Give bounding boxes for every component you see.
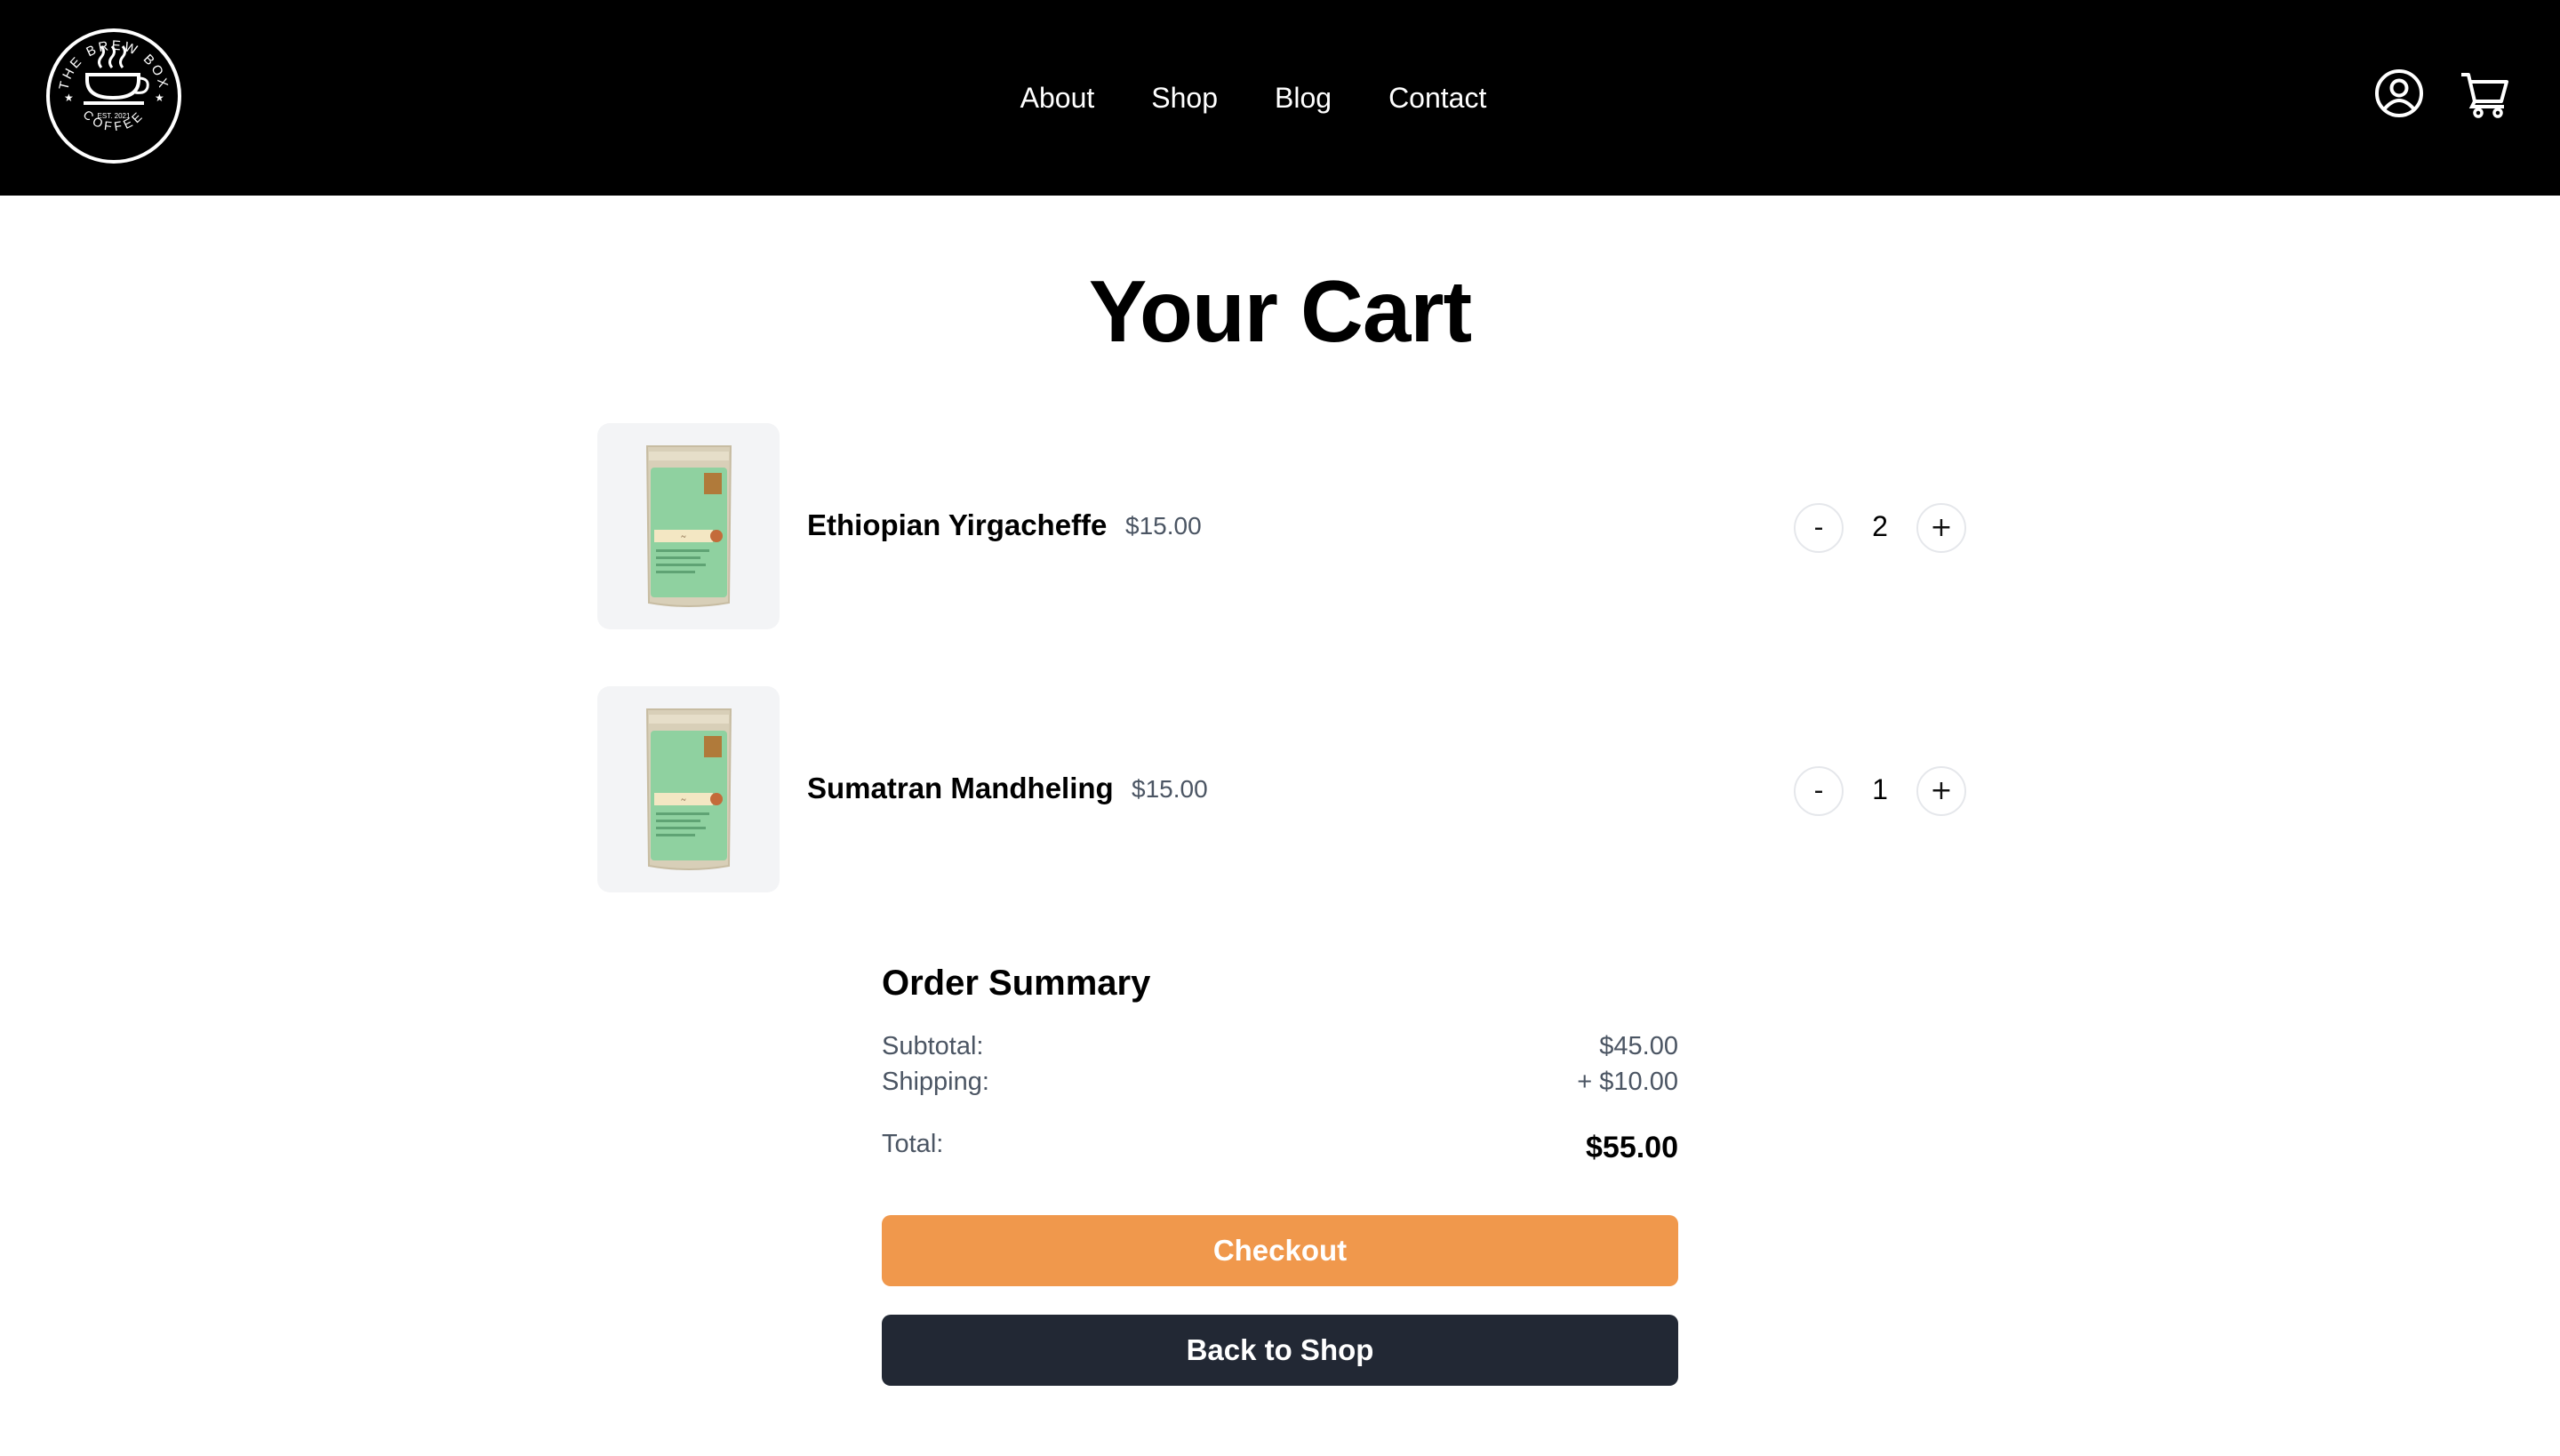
order-summary: Order Summary Subtotal: $45.00 Shipping:… <box>882 964 1678 1386</box>
increase-quantity-button[interactable]: + <box>1916 766 1966 816</box>
quantity-value: 1 <box>1872 773 1888 805</box>
total-row: Total: $55.00 <box>882 1126 1678 1169</box>
nav-blog[interactable]: Blog <box>1275 82 1332 115</box>
decrease-quantity-button[interactable]: - <box>1794 503 1844 553</box>
quantity-stepper: - 1 + <box>1794 766 1966 816</box>
product-price: $15.00 <box>1132 775 1208 803</box>
quantity-stepper: - 2 + <box>1794 503 1966 553</box>
subtotal-row: Subtotal: $45.00 <box>882 1028 1678 1064</box>
decrease-quantity-button[interactable]: - <box>1794 766 1844 816</box>
nav-shop[interactable]: Shop <box>1151 82 1218 115</box>
product-thumbnail[interactable]: ~ <box>597 423 780 629</box>
shipping-row: Shipping: + $10.00 <box>882 1064 1678 1100</box>
product-name[interactable]: Ethiopian Yirgacheffe <box>807 508 1107 542</box>
cart-item: ~ Ethiopian Yirgacheffe $15.00 - 2 + <box>597 423 1966 629</box>
coffee-bag-image: ~ <box>645 445 732 607</box>
product-thumbnail[interactable]: ~ <box>597 686 780 892</box>
cart-item: ~ Sumatran Mandheling $15.00 - 1 + <box>597 686 1966 892</box>
order-summary-title: Order Summary <box>882 964 1151 1003</box>
cart-icon[interactable] <box>2459 68 2510 119</box>
site-header: THE BREW BOX COFFEE EST. 2021 ★ ★ About … <box>0 0 2560 196</box>
shipping-value: + $10.00 <box>1577 1068 1678 1096</box>
checkout-button[interactable]: Checkout <box>882 1215 1678 1286</box>
account-icon[interactable] <box>2373 68 2425 119</box>
shipping-label: Shipping: <box>882 1068 989 1096</box>
quantity-value: 2 <box>1872 510 1888 542</box>
main-nav: About Shop Blog Contact <box>0 0 2560 196</box>
nav-contact[interactable]: Contact <box>1388 82 1486 115</box>
svg-text:~: ~ <box>681 532 686 542</box>
increase-quantity-button[interactable]: + <box>1916 503 1966 553</box>
subtotal-value: $45.00 <box>1599 1032 1678 1060</box>
coffee-bag-image: ~ <box>645 708 732 870</box>
product-price: $15.00 <box>1125 512 1202 540</box>
back-to-shop-button[interactable]: Back to Shop <box>882 1315 1678 1386</box>
nav-about[interactable]: About <box>1020 82 1095 115</box>
page-title: Your Cart <box>1088 262 1472 360</box>
total-label: Total: <box>882 1130 944 1158</box>
header-actions <box>2373 68 2510 119</box>
svg-text:~: ~ <box>681 796 686 805</box>
subtotal-label: Subtotal: <box>882 1032 984 1060</box>
total-value: $55.00 <box>1586 1131 1678 1164</box>
product-name[interactable]: Sumatran Mandheling <box>807 772 1114 805</box>
